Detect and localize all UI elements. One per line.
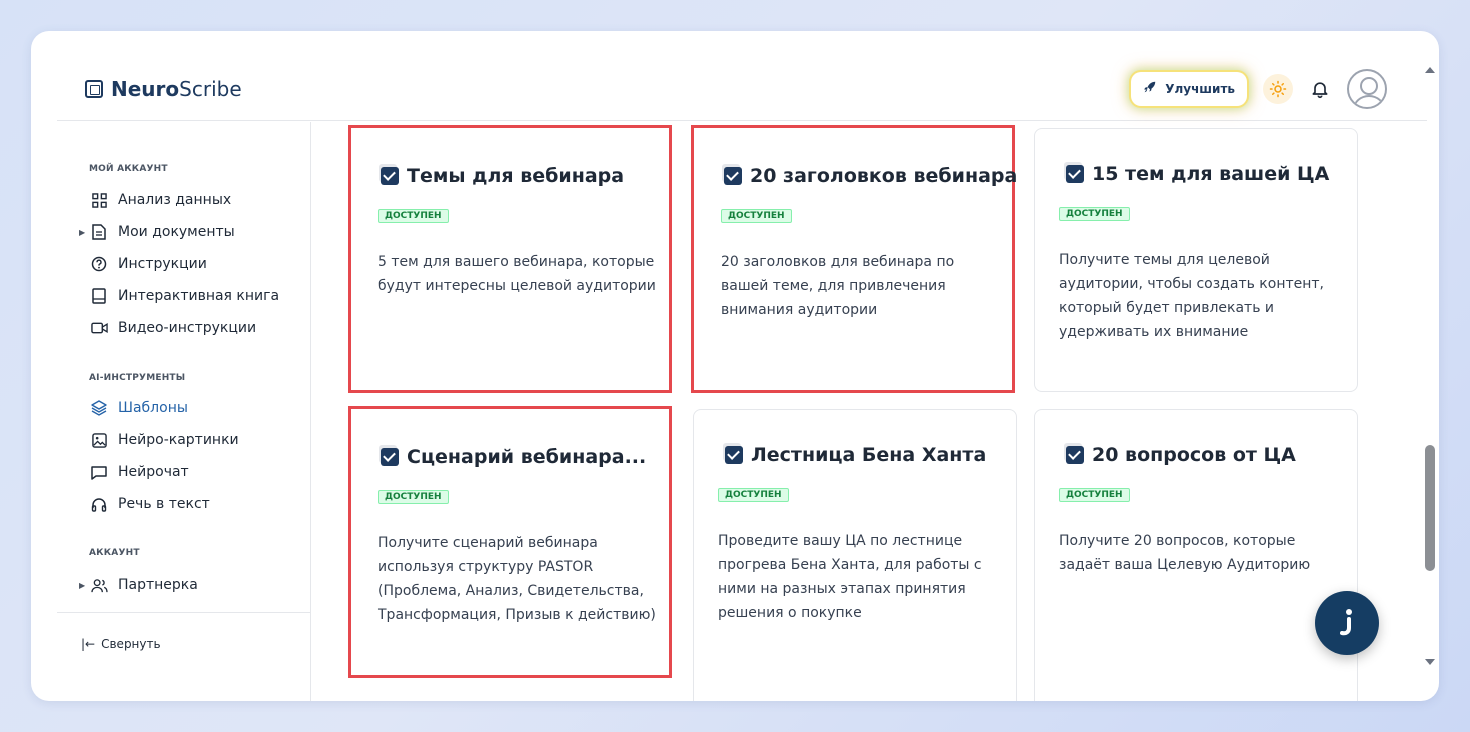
- sidebar-item-label: Шаблоны: [118, 400, 188, 416]
- app-window: NeuroScribe Улучшить МОЙ АККАУНТ Анализ …: [31, 31, 1439, 701]
- logo[interactable]: NeuroScribe: [85, 77, 242, 101]
- sidebar-item-video-instructions[interactable]: Видео-инструкции: [79, 316, 289, 340]
- status-badge: ДОСТУПЕН: [1059, 488, 1130, 502]
- vertical-scrollbar[interactable]: [1421, 61, 1439, 701]
- sidebar-item-label: Интерактивная книга: [118, 288, 280, 304]
- rocket-icon: [1143, 80, 1157, 98]
- sidebar-item-instructions[interactable]: Инструкции: [79, 252, 289, 276]
- logo-text-light: Scribe: [179, 77, 242, 101]
- image-icon: [89, 432, 109, 448]
- sidebar-item-label: Видео-инструкции: [118, 320, 257, 336]
- sidebar-item-label: Нейрочат: [118, 464, 189, 480]
- card-title: Сценарий вебинара...: [381, 446, 646, 468]
- template-card[interactable]: Темы для вебинара ДОСТУПЕН 5 тем для ваш…: [348, 125, 672, 393]
- book-icon: [89, 288, 109, 304]
- status-badge: ДОСТУПЕН: [718, 488, 789, 502]
- scroll-up-arrow-icon[interactable]: [1425, 67, 1435, 73]
- logo-icon: [85, 80, 103, 98]
- theme-toggle-sun-icon[interactable]: [1263, 74, 1293, 104]
- template-card[interactable]: Лестница Бена Ханта ДОСТУПЕН Проведите в…: [693, 409, 1017, 701]
- notifications-bell-icon[interactable]: [1309, 78, 1331, 100]
- card-title: 20 заголовков вебинара: [724, 165, 1017, 187]
- template-card[interactable]: 20 заголовков вебинара ДОСТУПЕН 20 загол…: [691, 125, 1017, 393]
- logo-text-bold: Neuro: [111, 77, 180, 101]
- sidebar-footer: |← Свернуть: [57, 612, 311, 701]
- checkbox-icon: [1066, 446, 1084, 464]
- header-actions: Улучшить: [1131, 69, 1387, 109]
- sidebar-item-speech-to-text[interactable]: Речь в текст: [79, 492, 289, 516]
- video-icon: [89, 321, 109, 335]
- status-badge: ДОСТУПЕН: [721, 209, 792, 223]
- sidebar-section-title: МОЙ АККАУНТ: [89, 164, 168, 174]
- scroll-down-arrow-icon[interactable]: [1425, 659, 1435, 665]
- card-description: Получите 20 вопросов, которые задаёт ваш…: [1059, 533, 1311, 573]
- sidebar-item-label: Мои документы: [118, 224, 235, 240]
- users-icon: [89, 578, 109, 593]
- templates-grid: Темы для вебинара ДОСТУПЕН 5 тем для ваш…: [312, 122, 1402, 701]
- sidebar-item-neurochat[interactable]: Нейрочат: [79, 460, 289, 484]
- sidebar-item-analysis[interactable]: Анализ данных: [79, 188, 289, 212]
- status-badge: ДОСТУПЕН: [378, 209, 449, 223]
- card-description: Получите темы для целевой аудитории, что…: [1059, 252, 1325, 340]
- sidebar-item-label: Речь в текст: [118, 496, 210, 512]
- template-card[interactable]: Сценарий вебинара... ДОСТУПЕН Получите с…: [348, 406, 672, 678]
- card-title: Лестница Бена Ханта: [725, 444, 986, 466]
- checkbox-icon: [381, 448, 399, 466]
- checkbox-icon: [725, 446, 743, 464]
- collapse-arrow-icon: |←: [81, 637, 96, 651]
- upgrade-button[interactable]: Улучшить: [1131, 72, 1247, 106]
- sidebar: МОЙ АККАУНТ Анализ данных ▶ Мои документ…: [57, 122, 311, 701]
- checkbox-icon: [381, 167, 399, 185]
- grid-icon: [89, 192, 109, 208]
- card-title: Темы для вебинара: [381, 165, 624, 187]
- template-card[interactable]: 20 вопросов от ЦА ДОСТУПЕН Получите 20 в…: [1034, 409, 1358, 701]
- top-header: NeuroScribe Улучшить: [57, 31, 1427, 121]
- sidebar-item-label: Анализ данных: [118, 192, 232, 208]
- sidebar-item-label: Нейро-картинки: [118, 432, 239, 448]
- card-title: 15 тем для вашей ЦА: [1066, 163, 1329, 185]
- checkbox-icon: [724, 167, 742, 185]
- caret-right-icon: ▶: [79, 227, 86, 237]
- sidebar-item-templates[interactable]: Шаблоны: [79, 396, 289, 420]
- document-icon: [89, 224, 109, 240]
- status-badge: ДОСТУПЕН: [1059, 207, 1130, 221]
- caret-right-icon: ▶: [79, 580, 86, 590]
- chat-icon: [89, 465, 109, 480]
- card-description: 20 заголовков для вебинара по вашей теме…: [721, 254, 955, 318]
- card-description: Получите сценарий вебинара используя стр…: [378, 535, 656, 623]
- chat-widget-icon: [1340, 609, 1352, 636]
- user-avatar[interactable]: [1347, 69, 1387, 109]
- help-circle-icon: [89, 256, 109, 272]
- sidebar-section-title: АККАУНТ: [89, 548, 140, 558]
- sidebar-section-title: AI-ИНСТРУМЕНТЫ: [89, 373, 186, 383]
- template-card[interactable]: 15 тем для вашей ЦА ДОСТУПЕН Получите те…: [1034, 128, 1358, 392]
- collapse-sidebar-button[interactable]: |← Свернуть: [81, 637, 161, 651]
- collapse-label: Свернуть: [101, 637, 161, 651]
- upgrade-label: Улучшить: [1165, 82, 1235, 96]
- card-description: Проведите вашу ЦА по лестнице прогрева Б…: [718, 533, 982, 621]
- card-title: 20 вопросов от ЦА: [1066, 444, 1296, 466]
- scrollbar-thumb[interactable]: [1425, 445, 1435, 571]
- sidebar-item-label: Партнерка: [118, 577, 198, 593]
- sidebar-item-documents[interactable]: ▶ Мои документы: [79, 220, 289, 244]
- chat-widget-button[interactable]: [1315, 591, 1379, 655]
- layers-icon: [89, 400, 109, 416]
- sidebar-item-neuro-images[interactable]: Нейро-картинки: [79, 428, 289, 452]
- sidebar-item-label: Инструкции: [118, 256, 207, 272]
- checkbox-icon: [1066, 165, 1084, 183]
- sidebar-item-interactive-book[interactable]: Интерактивная книга: [79, 284, 289, 308]
- status-badge: ДОСТУПЕН: [378, 490, 449, 504]
- headphones-icon: [89, 497, 109, 512]
- card-description: 5 тем для вашего вебинара, которые будут…: [378, 254, 656, 294]
- sidebar-item-partner[interactable]: ▶ Партнерка: [79, 573, 289, 597]
